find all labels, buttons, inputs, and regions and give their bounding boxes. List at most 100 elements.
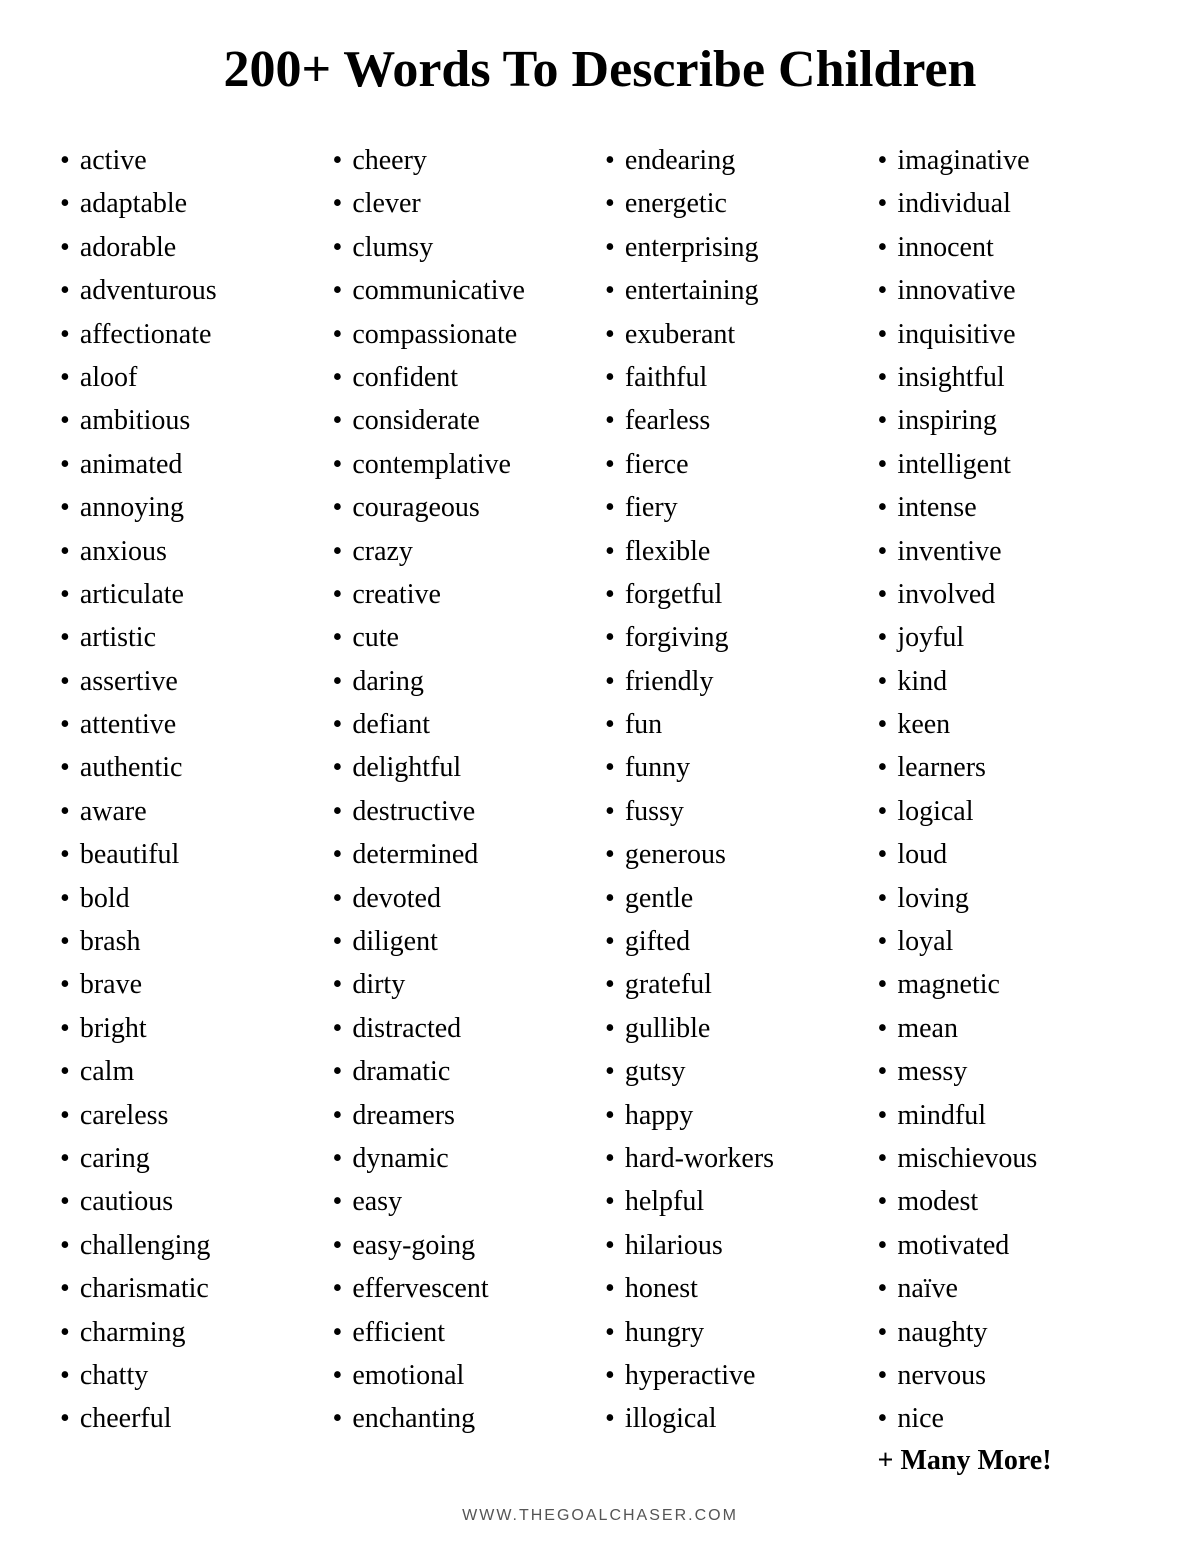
list-item: contemplative [333, 443, 596, 486]
list-item: insightful [878, 356, 1141, 399]
list-item: artistic [60, 616, 323, 659]
list-item: fun [605, 703, 868, 746]
list-item: innocent [878, 226, 1141, 269]
list-item: energetic [605, 182, 868, 225]
list-item: forgetful [605, 573, 868, 616]
list-item: compassionate [333, 313, 596, 356]
list-item: emotional [333, 1354, 596, 1397]
list-item: determined [333, 833, 596, 876]
list-item: cute [333, 616, 596, 659]
list-item: destructive [333, 790, 596, 833]
list-item: inquisitive [878, 313, 1141, 356]
list-item: loving [878, 877, 1141, 920]
list-item: endearing [605, 139, 868, 182]
list-item: considerate [333, 399, 596, 442]
list-item: fearless [605, 399, 868, 442]
list-item: adaptable [60, 182, 323, 225]
list-item: diligent [333, 920, 596, 963]
list-item: annoying [60, 486, 323, 529]
list-item: nervous [878, 1354, 1141, 1397]
list-item: charismatic [60, 1267, 323, 1310]
list-item: efficient [333, 1311, 596, 1354]
list-item: flexible [605, 530, 868, 573]
list-item: dirty [333, 963, 596, 1006]
list-item: inventive [878, 530, 1141, 573]
list-item: adorable [60, 226, 323, 269]
list-item: hungry [605, 1311, 868, 1354]
list-item: delightful [333, 746, 596, 789]
list-item: generous [605, 833, 868, 876]
list-item: faithful [605, 356, 868, 399]
list-item: honest [605, 1267, 868, 1310]
list-item: brash [60, 920, 323, 963]
list-item: funny [605, 746, 868, 789]
list-item: attentive [60, 703, 323, 746]
list-item: involved [878, 573, 1141, 616]
list-item: modest [878, 1180, 1141, 1223]
list-item: hyperactive [605, 1354, 868, 1397]
list-item: caring [60, 1137, 323, 1180]
list-item: magnetic [878, 963, 1141, 1006]
list-item: illogical [605, 1397, 868, 1440]
list-item: confident [333, 356, 596, 399]
list-item: nice [878, 1397, 1141, 1440]
list-item: cheery [333, 139, 596, 182]
list-item: affectionate [60, 313, 323, 356]
list-item: defiant [333, 703, 596, 746]
list-item: messy [878, 1050, 1141, 1093]
list-item: naïve [878, 1267, 1141, 1310]
list-item: friendly [605, 660, 868, 703]
list-item: crazy [333, 530, 596, 573]
list-item: logical [878, 790, 1141, 833]
list-item: fierce [605, 443, 868, 486]
list-item: calm [60, 1050, 323, 1093]
list-item: imaginative [878, 139, 1141, 182]
list-item: aware [60, 790, 323, 833]
list-item: beautiful [60, 833, 323, 876]
list-item: assertive [60, 660, 323, 703]
list-item: effervescent [333, 1267, 596, 1310]
list-item: hilarious [605, 1224, 868, 1267]
list-item: devoted [333, 877, 596, 920]
list-item: fiery [605, 486, 868, 529]
list-item: ambitious [60, 399, 323, 442]
list-item: intelligent [878, 443, 1141, 486]
list-item: dramatic [333, 1050, 596, 1093]
list-item: cheerful [60, 1397, 323, 1440]
list-item: articulate [60, 573, 323, 616]
column-1: activeadaptableadorableadventurousaffect… [60, 139, 323, 1477]
list-item: careless [60, 1094, 323, 1137]
list-item: individual [878, 182, 1141, 225]
list-item: gullible [605, 1007, 868, 1050]
list-item: easy [333, 1180, 596, 1223]
list-item: gentle [605, 877, 868, 920]
word-columns: activeadaptableadorableadventurousaffect… [60, 139, 1140, 1477]
list-item: inspiring [878, 399, 1141, 442]
list-item: enchanting [333, 1397, 596, 1440]
list-item: courageous [333, 486, 596, 529]
list-item: mean [878, 1007, 1141, 1050]
list-item: kind [878, 660, 1141, 703]
list-item: cautious [60, 1180, 323, 1223]
list-item: animated [60, 443, 323, 486]
column-4: imaginativeindividualinnocentinnovativei… [878, 139, 1141, 1477]
list-item: clumsy [333, 226, 596, 269]
list-item: easy-going [333, 1224, 596, 1267]
list-item: helpful [605, 1180, 868, 1223]
list-item: aloof [60, 356, 323, 399]
list-item: authentic [60, 746, 323, 789]
list-item: bright [60, 1007, 323, 1050]
list-item: hard-workers [605, 1137, 868, 1180]
list-item: daring [333, 660, 596, 703]
list-item: keen [878, 703, 1141, 746]
list-item: exuberant [605, 313, 868, 356]
list-item: mindful [878, 1094, 1141, 1137]
list-item: dreamers [333, 1094, 596, 1137]
list-item: naughty [878, 1311, 1141, 1354]
list-item: happy [605, 1094, 868, 1137]
list-item: anxious [60, 530, 323, 573]
list-item: challenging [60, 1224, 323, 1267]
list-item: charming [60, 1311, 323, 1354]
list-item: active [60, 139, 323, 182]
list-item: communicative [333, 269, 596, 312]
